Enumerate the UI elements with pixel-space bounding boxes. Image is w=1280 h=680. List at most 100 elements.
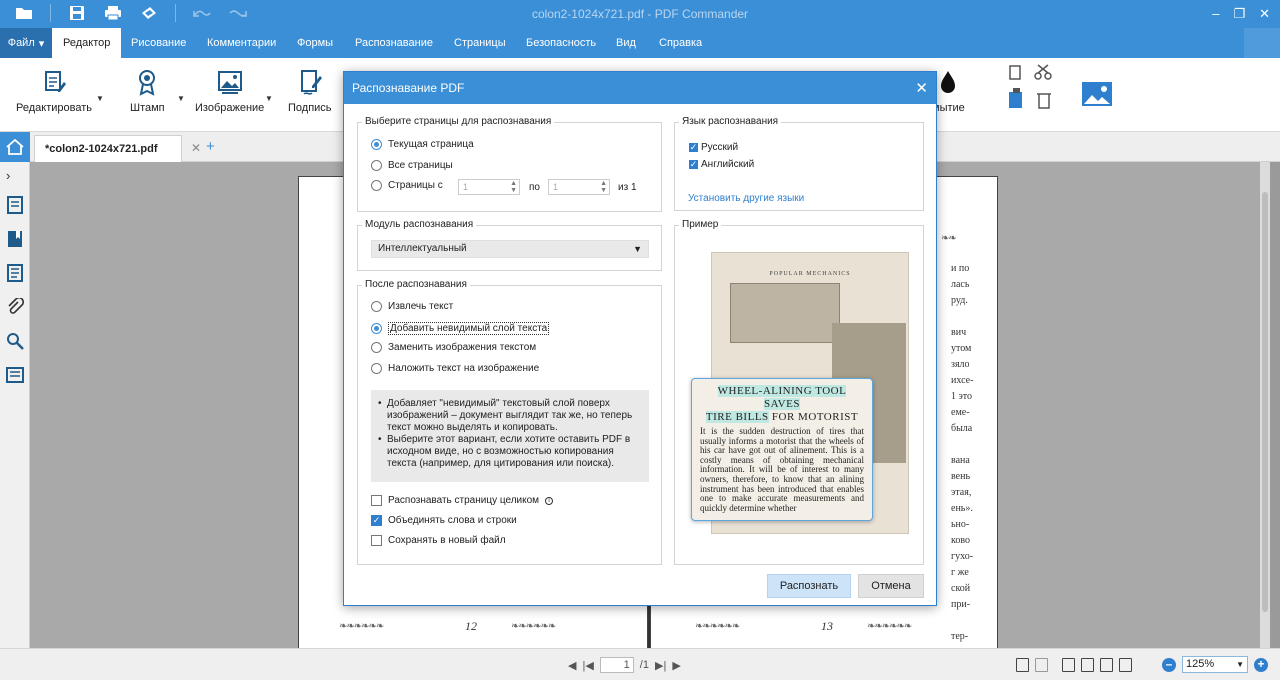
to-page-stepper[interactable]: 1 ▲ ▼ (548, 179, 610, 195)
stepper-value: 1 (553, 182, 559, 192)
checkbox-whole-page[interactable]: Распознавать страницу целиком i (371, 495, 554, 506)
vertical-scrollbar[interactable] (1260, 162, 1270, 648)
page-text-line: ьно- (951, 519, 970, 530)
chevron-down-icon[interactable]: ▼ (265, 94, 273, 103)
sample-page-header: POPULAR MECHANICS (769, 271, 851, 277)
page-text-column: и по лась руд. вич утом зяло ихсе- 1 это еме-бы… (951, 261, 991, 651)
radio-dot (371, 363, 382, 374)
checkbox-save-new-file[interactable]: Сохранять в новый файл (371, 535, 506, 546)
picture-icon[interactable] (1082, 82, 1112, 106)
close-window-icon[interactable]: ✕ (1259, 6, 1270, 22)
cancel-button[interactable]: Отмена (858, 574, 924, 598)
home-button[interactable] (0, 132, 30, 162)
zoom-select[interactable]: 125% ▼ (1182, 656, 1248, 673)
first-page-icon[interactable]: |◀ (582, 659, 593, 672)
after-recognition-group: После распознавания Извлечь текст Добави… (357, 279, 662, 565)
close-dialog-icon[interactable]: ✕ (915, 79, 928, 97)
radio-label: Извлечь текст (388, 301, 454, 312)
fit-page-icon[interactable] (1062, 658, 1075, 672)
page-text-line (951, 437, 991, 453)
scrollbar-thumb[interactable] (1262, 192, 1268, 612)
recognize-button[interactable]: Распознать (767, 574, 851, 598)
tab-forms[interactable]: Формы (286, 28, 344, 58)
signature-icon (300, 70, 322, 95)
checkbox-english[interactable]: ✓ Английский (689, 159, 754, 170)
tab-recognition[interactable]: Распознавание (344, 28, 444, 58)
airplane-photo (730, 283, 840, 343)
fit-width-icon[interactable] (1081, 658, 1094, 672)
tab-pages[interactable]: Страницы (443, 28, 517, 58)
ornament: ❧❧❧❧❧❧ (867, 621, 912, 632)
clipboard-tools[interactable] (1006, 64, 1056, 114)
left-tool-panel: › (0, 132, 30, 648)
ink-drop-icon (941, 71, 956, 93)
checkbox-russian[interactable]: ✓ Русский (689, 142, 738, 153)
two-page-icon[interactable] (1100, 658, 1113, 672)
image-icon (217, 71, 242, 94)
radio-invisible-layer[interactable]: Добавить невидимый слой текста (371, 322, 550, 335)
to-label: по (529, 182, 540, 193)
tab-comments[interactable]: Комментарии (196, 28, 287, 58)
page-text-line: лась (951, 279, 970, 290)
info-icon[interactable]: i (545, 496, 554, 505)
install-languages-link[interactable]: Установить другие языки (688, 193, 804, 204)
file-menu-button[interactable]: Файл ▾ (0, 28, 52, 58)
chevron-down-icon: ▾ (38, 37, 45, 50)
radio-extract-text[interactable]: Извлечь текст (371, 301, 453, 312)
signature-button[interactable]: Подпись (288, 68, 332, 114)
image-button[interactable]: Изображение (195, 68, 264, 114)
next-page-icon[interactable]: ▶ (672, 659, 680, 672)
radio-overlay-text[interactable]: Наложить текст на изображение (371, 363, 539, 374)
search-icon[interactable] (6, 332, 24, 350)
page-text-line: ково (951, 535, 971, 546)
thumbnails-icon[interactable] (6, 196, 24, 214)
checkbox-box: ✓ (689, 159, 698, 169)
checkbox-label: Объединять слова и строки (388, 515, 517, 526)
sample-zoom-card: WHEEL-ALINING TOOL SAVES TIRE BILLS FOR … (691, 378, 873, 521)
page-text-line: гухо- (951, 551, 974, 562)
page-number-input[interactable]: 1 (599, 657, 634, 673)
tab-security[interactable]: Безопасность (515, 28, 607, 58)
tab-drawing[interactable]: Рисование (120, 28, 197, 58)
close-tab-icon[interactable]: ✕ (191, 141, 201, 155)
zoom-in-icon[interactable]: + (1254, 657, 1268, 672)
zoom-out-icon[interactable]: – (1162, 657, 1176, 672)
ribbon-collapse-button[interactable] (1244, 28, 1280, 58)
engine-select[interactable]: Интеллектуальный ▼ (371, 240, 649, 258)
continuous-icon[interactable] (1119, 658, 1132, 672)
checkbox-merge-words[interactable]: ✓ Объединять слова и строки (371, 515, 517, 526)
delete-icon (1037, 93, 1051, 109)
grid-view-icon[interactable] (1035, 658, 1048, 672)
radio-current-page[interactable]: Текущая страница (371, 139, 474, 150)
stepper-arrows-icon[interactable]: ▲ ▼ (510, 180, 517, 194)
stamp-button[interactable]: Штамп (130, 68, 165, 114)
document-tab-label: *colon2-1024x721.pdf (45, 143, 158, 155)
edit-button[interactable]: Редактировать (16, 68, 92, 114)
single-page-view-icon[interactable] (1016, 658, 1029, 672)
from-page-stepper[interactable]: 1 ▲ ▼ (458, 179, 520, 195)
radio-all-pages[interactable]: Все страницы (371, 160, 453, 171)
restore-icon[interactable]: ❐ (1233, 6, 1245, 22)
minimize-icon[interactable]: – (1212, 6, 1219, 22)
document-tab[interactable]: *colon2-1024x721.pdf ✕ (34, 135, 201, 162)
chevron-down-icon[interactable]: ▼ (177, 94, 185, 103)
chevron-right-icon[interactable]: › (6, 168, 24, 186)
chevron-down-icon[interactable]: ▼ (96, 94, 104, 103)
tab-help[interactable]: Справка (648, 28, 713, 58)
new-tab-icon[interactable]: + (206, 138, 215, 155)
prev-page-icon[interactable]: ◀ (568, 659, 576, 672)
checkbox-box: ✓ (371, 515, 382, 526)
form-fields-icon[interactable] (6, 366, 24, 384)
last-page-icon[interactable]: ▶| (655, 659, 666, 672)
page-text-line (951, 309, 991, 325)
document-icon[interactable] (6, 264, 24, 282)
bookmark-icon[interactable] (6, 230, 24, 248)
stepper-arrows-icon[interactable]: ▲ ▼ (600, 180, 607, 194)
radio-replace-images[interactable]: Заменить изображения текстом (371, 342, 536, 353)
radio-page-range[interactable]: Страницы с (371, 180, 443, 191)
tab-editor[interactable]: Редактор (52, 28, 122, 58)
tab-view[interactable]: Вид (605, 28, 647, 58)
attachment-icon[interactable] (6, 298, 24, 316)
image-label: Изображение (195, 102, 265, 114)
page-text-line: ень». (951, 503, 973, 514)
